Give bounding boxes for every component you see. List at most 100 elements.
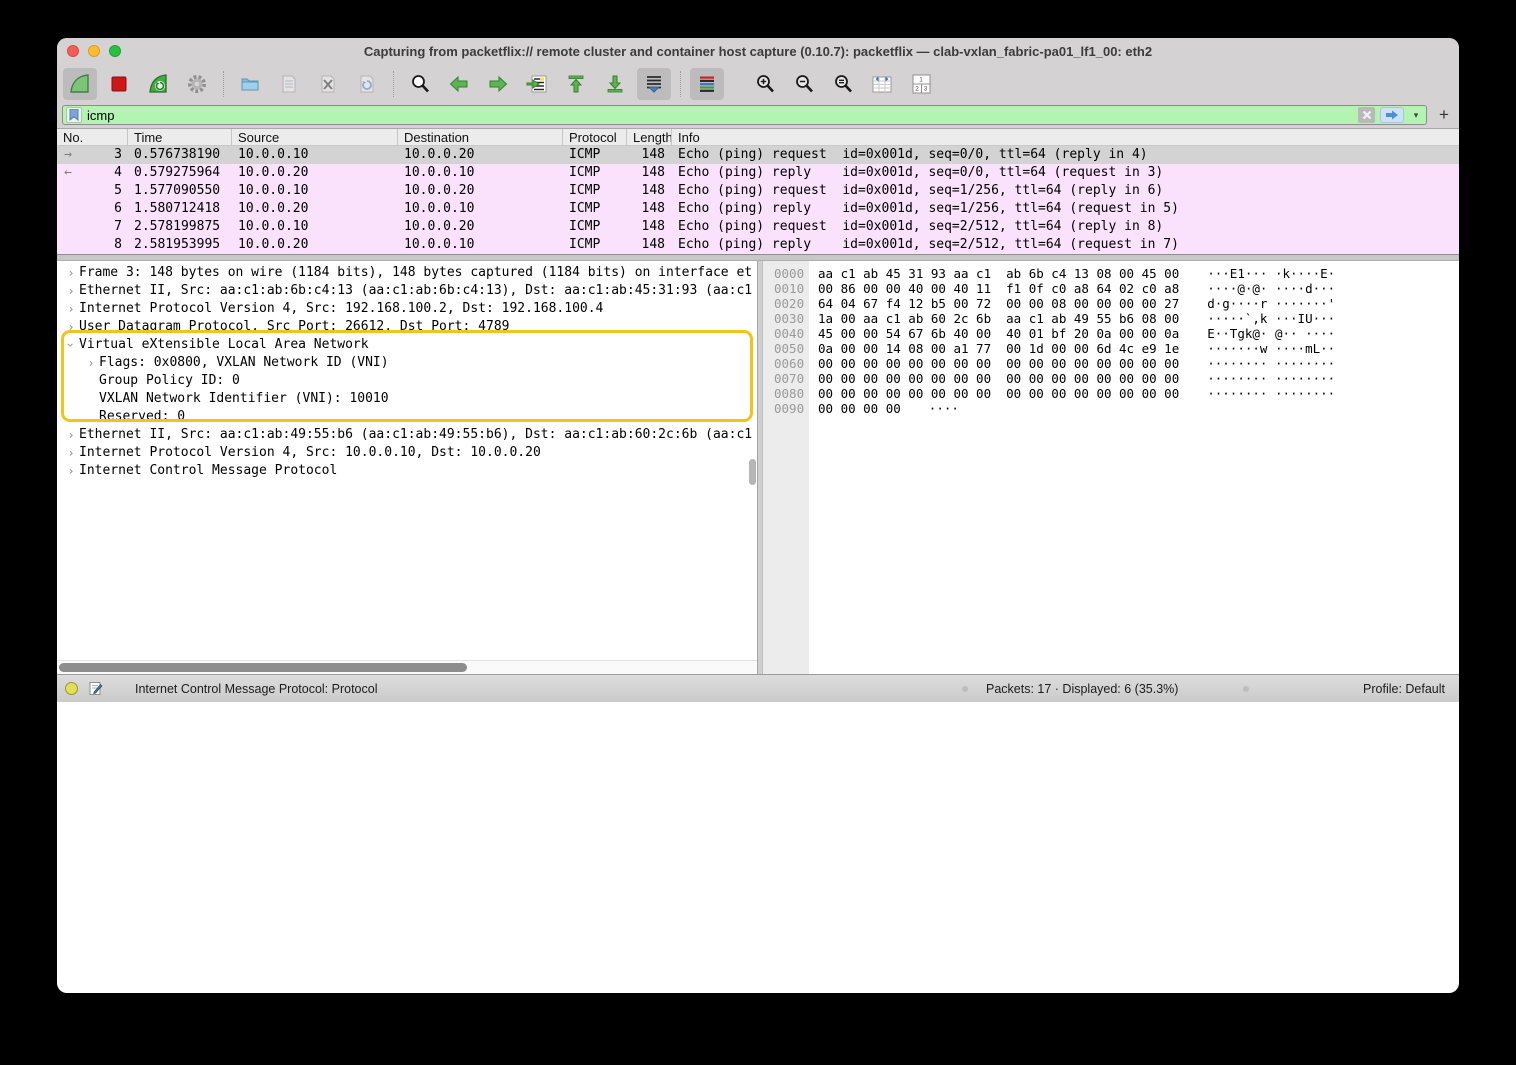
go-back-button[interactable]	[442, 68, 476, 100]
profile-status[interactable]: Profile: Default	[1363, 675, 1445, 702]
hex-ascii: ·······w ····mL··	[1207, 341, 1335, 356]
column-header-no[interactable]: No.	[57, 129, 128, 145]
cell-destination: 10.0.0.10	[398, 236, 563, 254]
restart-capture-button[interactable]	[141, 68, 175, 100]
detail-line-udp[interactable]: User Datagram Protocol, Src Port: 26612,…	[57, 318, 757, 336]
capture-options-button[interactable]	[180, 68, 214, 100]
cell-info: Echo (ping) reply id=0x001d, seq=0/0, tt…	[672, 164, 1459, 182]
zoom-out-button[interactable]	[787, 68, 821, 100]
open-file-button[interactable]	[233, 68, 267, 100]
expand-chevron-icon[interactable]	[63, 318, 79, 336]
column-header-destination[interactable]: Destination	[398, 129, 563, 145]
hex-row[interactable]: 006000 00 00 00 00 00 00 00 00 00 00 00 …	[763, 356, 1459, 371]
zoom-window-button[interactable]	[109, 45, 121, 57]
packet-row[interactable]: ← 4 0.579275964 10.0.0.20 10.0.0.10 ICMP…	[57, 164, 1459, 182]
column-header-time[interactable]: Time	[128, 129, 232, 145]
expand-chevron-icon[interactable]	[63, 462, 79, 480]
layout-panes-button[interactable]: 1 2 3	[904, 68, 938, 100]
hex-offset: 0030	[763, 311, 809, 326]
packet-row[interactable]: 7 2.578199875 10.0.0.10 10.0.0.20 ICMP 1…	[57, 218, 1459, 236]
hex-row[interactable]: 00500a 00 00 14 08 00 a1 77 00 1d 00 00 …	[763, 341, 1459, 356]
gear-icon	[186, 73, 208, 95]
detail-line-vxlan[interactable]: Virtual eXtensible Local Area Network	[57, 336, 757, 354]
filter-add-button[interactable]: +	[1435, 106, 1453, 124]
colorize-button[interactable]	[690, 68, 724, 100]
expert-info-icon[interactable]	[65, 682, 78, 695]
details-horizontal-scrollbar[interactable]	[57, 660, 757, 674]
close-file-button[interactable]	[311, 68, 345, 100]
packet-row[interactable]: 5 1.577090550 10.0.0.10 10.0.0.20 ICMP 1…	[57, 182, 1459, 200]
auto-scroll-button[interactable]	[637, 68, 671, 100]
column-header-info[interactable]: Info	[672, 129, 700, 145]
expand-chevron-icon[interactable]	[63, 282, 79, 300]
detail-line-vxlan-group-policy[interactable]: Group Policy ID: 0	[57, 372, 757, 390]
save-file-button[interactable]	[272, 68, 306, 100]
detail-line-vxlan-flags[interactable]: Flags: 0x0800, VXLAN Network ID (VNI)	[57, 354, 757, 372]
expand-chevron-icon[interactable]	[63, 264, 79, 282]
cell-time: 0.576738190	[128, 146, 232, 164]
packet-row[interactable]: → 3 0.576738190 10.0.0.10 10.0.0.20 ICMP…	[57, 146, 1459, 164]
reload-file-button[interactable]	[350, 68, 384, 100]
go-to-first-button[interactable]	[559, 68, 593, 100]
hex-row[interactable]: 00301a 00 aa c1 ab 60 2c 6b aa c1 ab 49 …	[763, 311, 1459, 326]
close-window-button[interactable]	[67, 45, 79, 57]
cell-source: 10.0.0.10	[232, 146, 398, 164]
cell-destination: 10.0.0.20	[398, 218, 563, 236]
zoom-in-button[interactable]	[748, 68, 782, 100]
expand-chevron-icon[interactable]	[63, 426, 79, 444]
hex-row[interactable]: 009000 00 00 00····	[763, 401, 1459, 416]
filter-clear-button[interactable]	[1358, 107, 1375, 123]
hex-row[interactable]: 008000 00 00 00 00 00 00 00 00 00 00 00 …	[763, 386, 1459, 401]
go-to-last-button[interactable]	[598, 68, 632, 100]
detail-line-ip-outer[interactable]: Internet Protocol Version 4, Src: 192.16…	[57, 300, 757, 318]
hex-row[interactable]: 007000 00 00 00 00 00 00 00 00 00 00 00 …	[763, 371, 1459, 386]
stop-capture-button[interactable]	[102, 68, 136, 100]
expand-chevron-icon[interactable]	[83, 354, 99, 372]
detail-line-ethernet-outer[interactable]: Ethernet II, Src: aa:c1:ab:6b:c4:13 (aa:…	[57, 282, 757, 300]
details-vertical-scrollbar[interactable]	[749, 459, 756, 485]
tree-indent-spacer	[83, 390, 99, 408]
horizontal-splitter[interactable]	[57, 254, 1459, 261]
packet-row[interactable]: 6 1.580712418 10.0.0.20 10.0.0.10 ICMP 1…	[57, 200, 1459, 218]
column-header-protocol[interactable]: Protocol	[563, 129, 627, 145]
filter-bookmark-button[interactable]	[66, 107, 82, 123]
packet-row[interactable]: 8 2.581953995 10.0.0.20 10.0.0.10 ICMP 1…	[57, 236, 1459, 254]
go-forward-button[interactable]	[481, 68, 515, 100]
collapse-chevron-icon[interactable]	[63, 336, 79, 354]
hex-row[interactable]: 001000 86 00 00 40 00 40 11 f1 0f c0 a8 …	[763, 281, 1459, 296]
go-to-packet-button[interactable]	[520, 68, 554, 100]
detail-line-vxlan-vni[interactable]: VXLAN Network Identifier (VNI): 10010	[57, 390, 757, 408]
arrow-left-icon	[448, 73, 470, 95]
find-packet-button[interactable]	[403, 68, 437, 100]
minimize-window-button[interactable]	[88, 45, 100, 57]
hex-row[interactable]: 0000aa c1 ab 45 31 93 aa c1 ab 6b c4 13 …	[763, 266, 1459, 281]
hex-row[interactable]: 004045 00 00 54 67 6b 40 00 40 01 bf 20 …	[763, 326, 1459, 341]
display-filter-field[interactable]: ▾	[62, 105, 1427, 125]
filter-apply-button[interactable]	[1380, 107, 1404, 123]
capture-comment-icon[interactable]	[88, 681, 103, 696]
detail-line-ip-inner[interactable]: Internet Protocol Version 4, Src: 10.0.0…	[57, 444, 757, 462]
column-header-length[interactable]: Length	[627, 129, 672, 145]
cell-source: 10.0.0.20	[232, 236, 398, 254]
hex-row[interactable]: 002064 04 67 f4 12 b5 00 72 00 00 08 00 …	[763, 296, 1459, 311]
cell-marker	[57, 236, 79, 254]
filter-dropdown-button[interactable]: ▾	[1409, 107, 1423, 123]
expand-chevron-icon[interactable]	[63, 444, 79, 462]
scrollbar-thumb[interactable]	[59, 663, 467, 672]
cell-source: 10.0.0.20	[232, 164, 398, 182]
expand-chevron-icon[interactable]	[63, 300, 79, 318]
detail-line-ethernet-inner[interactable]: Ethernet II, Src: aa:c1:ab:49:55:b6 (aa:…	[57, 426, 757, 444]
toolbar-separator	[393, 71, 394, 97]
zoom-reset-button[interactable]	[826, 68, 860, 100]
start-capture-button[interactable]	[63, 68, 97, 100]
goto-top-icon	[565, 73, 587, 95]
detail-line-vxlan-reserved[interactable]: Reserved: 0	[57, 408, 757, 426]
title-bar[interactable]: Capturing from packetflix:// remote clus…	[57, 38, 1459, 64]
packet-details-pane: Frame 3: 148 bytes on wire (1184 bits), …	[57, 261, 757, 674]
resize-columns-button[interactable]	[865, 68, 899, 100]
detail-line-icmp[interactable]: Internet Control Message Protocol	[57, 462, 757, 480]
detail-line-frame[interactable]: Frame 3: 148 bytes on wire (1184 bits), …	[57, 264, 757, 282]
cell-info: Echo (ping) request id=0x001d, seq=2/512…	[672, 218, 1459, 236]
display-filter-input[interactable]	[87, 108, 1353, 123]
column-header-source[interactable]: Source	[232, 129, 398, 145]
